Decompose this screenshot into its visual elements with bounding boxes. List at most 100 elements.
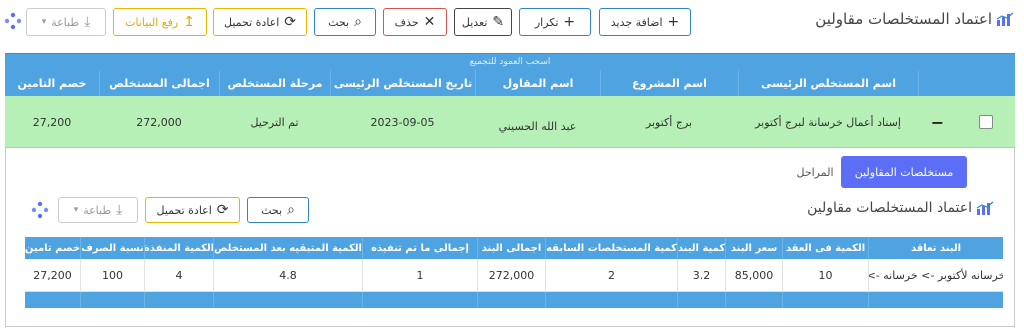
page-title-text: اعتماد المستخلصات مقاولين xyxy=(815,10,992,28)
download-icon: ⤓ xyxy=(116,202,123,218)
repeat-label: تكرار xyxy=(534,15,559,29)
print-dropdown[interactable]: ⤓ طباعة ▾ xyxy=(26,8,106,36)
footer-cell xyxy=(545,292,677,308)
footer-cell xyxy=(677,292,725,308)
col-main-extract-name[interactable]: اسم المستخلص الرئيسى xyxy=(738,70,918,97)
cell-insurance-deduction: 27,200 xyxy=(32,115,72,129)
col-contractor-name[interactable]: اسم المقاول xyxy=(475,70,600,97)
subcol-item-price[interactable]: سعر البند xyxy=(725,237,782,259)
footer-cell xyxy=(213,292,362,308)
subcell-contract-qty: 10 xyxy=(782,259,868,292)
table-row[interactable]: − إسناد أعمال خرسانة لبرج أكتوبر برج أكت… xyxy=(5,96,1015,148)
plus-icon: + xyxy=(667,14,680,30)
cell-main-extract-name: إسناد أعمال خرسانة لبرج أكتوبر xyxy=(755,115,901,129)
cell-extract-stage: تم الترحيل xyxy=(250,115,299,129)
edit-button[interactable]: ✎ تعديل xyxy=(454,8,512,36)
print-label: طباعة xyxy=(51,15,80,29)
cell-extract-total: 272,000 xyxy=(136,115,182,129)
detail-frame-left xyxy=(5,148,6,328)
subcell-previous-qty: 2 xyxy=(545,259,677,292)
sub-print-dropdown[interactable]: ⤓ طباعة ▾ xyxy=(58,197,138,223)
bottom-divider xyxy=(5,326,1015,327)
subcol-executed-total[interactable]: إجمالى ما تم تنفيذه xyxy=(362,237,477,259)
sub-grid-footer xyxy=(25,292,1003,308)
search-icon: ⌕ xyxy=(354,14,362,30)
page-root: اعتماد المستخلصات مقاولين + اضافة جديد +… xyxy=(0,0,1024,332)
group-by-hint: اسحب العمود للتجميع xyxy=(469,57,551,67)
download-icon: ⤓ xyxy=(84,14,91,30)
main-grid-header: اسحب العمود للتجميع اسم المستخلص الرئيسى… xyxy=(5,53,1015,97)
subcol-contract-item[interactable]: البند تعاقد xyxy=(868,237,1003,259)
menu-dots-icon[interactable] xyxy=(4,12,22,30)
subcol-previous-qty[interactable]: كمية المستخلصات السابقه xyxy=(545,237,677,259)
delete-label: حذف xyxy=(394,15,419,29)
chevron-down-icon: ▾ xyxy=(41,17,47,27)
table-row[interactable]: خرسانه لأكتوبر -> خرسانه -> 10 85,000 3.… xyxy=(25,259,1003,292)
sub-print-label: طباعة xyxy=(83,203,112,217)
plus-icon: + xyxy=(563,14,576,30)
search-label: بحث xyxy=(328,15,350,29)
subcol-insurance-deduction[interactable]: خصم تامين xyxy=(25,237,80,259)
col-extract-stage[interactable]: مرحلة المستخلص xyxy=(219,70,330,97)
cell-extract-date: 2023-09-05 xyxy=(370,115,435,129)
subcell-disbursement-rate: 100 xyxy=(80,259,144,292)
subcell-remaining-qty: 4.8 xyxy=(213,259,362,292)
subcell-contract-item: خرسانه لأكتوبر -> خرسانه -> xyxy=(868,259,1003,292)
footer-cell xyxy=(80,292,144,308)
edit-icon: ✎ xyxy=(492,14,505,30)
col-insurance-deduction[interactable]: خصم التامين xyxy=(5,70,99,97)
tab-stages[interactable]: المراحل xyxy=(790,156,840,188)
upload-icon: ↥ xyxy=(183,14,195,30)
collapse-icon[interactable]: − xyxy=(931,113,944,132)
edit-label: تعديل xyxy=(461,15,488,29)
subcell-item-total: 272,000 xyxy=(477,259,545,292)
footer-cell xyxy=(144,292,213,308)
row-select-cell[interactable] xyxy=(957,96,1015,148)
search-button[interactable]: ⌕ بحث xyxy=(314,8,376,36)
delete-button[interactable]: ✕ حذف xyxy=(383,8,447,36)
subcol-disbursement-rate[interactable]: نسبة الصرف xyxy=(80,237,144,259)
subcol-executed-qty[interactable]: الكمية المنفذة xyxy=(144,237,213,259)
refresh-icon: ⟳ xyxy=(284,14,297,30)
sub-reload-button[interactable]: ⟳ اعادة تحميل xyxy=(145,197,240,223)
subcol-contract-qty[interactable]: الكمية فى العقد xyxy=(782,237,868,259)
sub-search-button[interactable]: ⌕ بحث xyxy=(247,197,309,223)
reload-button[interactable]: ⟳ اعادة تحميل xyxy=(213,8,307,36)
chart-icon xyxy=(976,201,994,215)
upload-label: رفع البيانات xyxy=(125,15,179,29)
row-checkbox[interactable] xyxy=(979,115,993,129)
footer-cell xyxy=(868,292,1003,308)
detail-frame-right xyxy=(1014,148,1015,328)
subcol-remaining-qty[interactable]: الكمية المتبقيه بعد المستخلص xyxy=(213,237,362,259)
close-icon: ✕ xyxy=(423,14,436,30)
upload-data-button[interactable]: ↥ رفع البيانات xyxy=(113,8,207,36)
subcell-item-qty: 3.2 xyxy=(677,259,725,292)
row-collapse-cell[interactable]: − xyxy=(918,96,957,148)
subcell-item-price: 85,000 xyxy=(725,259,782,292)
sub-search-label: بحث xyxy=(261,203,283,217)
chevron-down-icon: ▾ xyxy=(73,205,79,215)
sub-menu-dots-icon[interactable] xyxy=(31,201,49,219)
select-column-header[interactable] xyxy=(918,70,1015,97)
subsection-title: اعتماد المستخلصات مقاولين xyxy=(807,200,994,216)
search-icon: ⌕ xyxy=(287,202,295,218)
subcol-item-total[interactable]: اجمالى البند xyxy=(477,237,545,259)
cell-project-name: برج أكتوبر xyxy=(645,115,693,129)
sub-reload-label: اعادة تحميل xyxy=(156,203,212,217)
col-extract-total[interactable]: اجمالى المستخلص xyxy=(99,70,219,97)
subcell-executed-qty: 4 xyxy=(144,259,213,292)
footer-cell xyxy=(362,292,477,308)
sub-grid-header-row: البند تعاقد الكمية فى العقد سعر البند كم… xyxy=(25,237,1003,259)
footer-cell xyxy=(725,292,782,308)
subcol-item-qty[interactable]: كمية البند xyxy=(677,237,725,259)
tab-contractor-extracts[interactable]: مستخلصات المقاولين xyxy=(841,156,967,188)
col-extract-date[interactable]: تاريخ المستخلص الرئيسى xyxy=(330,70,475,97)
subcell-executed-total: 1 xyxy=(362,259,477,292)
add-new-button[interactable]: + اضافة جديد xyxy=(599,8,691,36)
repeat-button[interactable]: + تكرار xyxy=(519,8,591,36)
cell-contractor-name: عبد الله الحسيني xyxy=(498,119,577,133)
add-new-label: اضافة جديد xyxy=(610,15,663,29)
chart-icon xyxy=(996,12,1014,26)
footer-cell xyxy=(782,292,868,308)
col-project-name[interactable]: اسم المشروع xyxy=(600,70,738,97)
